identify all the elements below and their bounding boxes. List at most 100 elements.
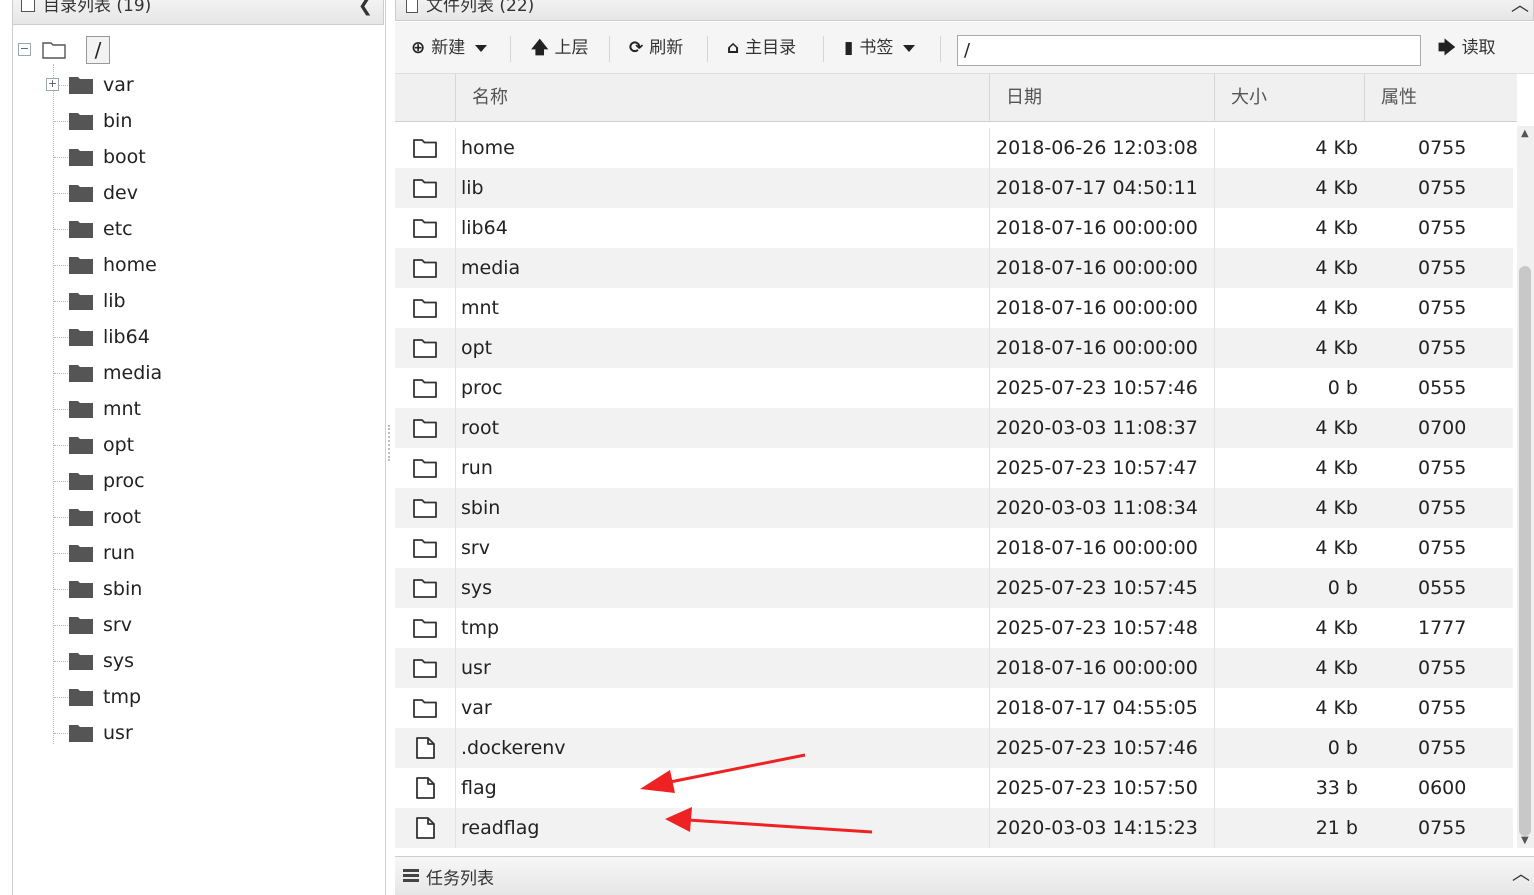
column-header-attr[interactable]: 属性 — [1364, 74, 1514, 122]
file-row-sbin[interactable]: sbin 2020-03-03 11:08:34 4 Kb 0755 — [395, 488, 1513, 528]
file-attr[interactable]: 0755 — [1418, 488, 1466, 528]
file-row-dot-dockerenv[interactable]: .dockerenv 2025-07-23 10:57:46 0 b 0755 — [395, 728, 1513, 768]
file-name[interactable]: flag — [461, 768, 497, 808]
column-header-size[interactable]: 大小 — [1214, 74, 1364, 122]
collapse-panel-icon[interactable]: ❮ — [358, 0, 373, 21]
file-name[interactable]: var — [461, 688, 492, 728]
file-row-readflag[interactable]: readflag 2020-03-03 14:15:23 21 b 0755 — [395, 808, 1513, 848]
scroll-down-icon[interactable]: ▼ — [1521, 835, 1529, 846]
tree-item-mnt[interactable]: mnt — [46, 391, 346, 427]
file-name[interactable]: lib64 — [461, 208, 508, 248]
tree-item-sbin[interactable]: sbin — [46, 571, 346, 607]
tree-item-root[interactable]: root — [46, 499, 346, 535]
file-row-tmp[interactable]: tmp 2025-07-23 10:57:48 4 Kb 1777 — [395, 608, 1513, 648]
tree-item-dev[interactable]: dev — [46, 175, 346, 211]
tree-item-tmp[interactable]: tmp — [46, 679, 346, 715]
file-attr[interactable]: 0755 — [1418, 688, 1466, 728]
file-name[interactable]: usr — [461, 648, 491, 688]
file-name[interactable]: .dockerenv — [461, 728, 566, 768]
file-name[interactable]: proc — [461, 368, 503, 408]
tree-item-opt[interactable]: opt — [46, 427, 346, 463]
file-list-scrollbar[interactable]: ▲ ▼ — [1517, 126, 1534, 848]
file-row-srv[interactable]: srv 2018-07-16 00:00:00 4 Kb 0755 — [395, 528, 1513, 568]
file-name[interactable]: media — [461, 248, 520, 288]
tree-item-home[interactable]: home — [46, 247, 346, 283]
tree-item-etc[interactable]: etc — [46, 211, 346, 247]
file-attr[interactable]: 0600 — [1418, 768, 1466, 808]
path-input[interactable] — [957, 35, 1421, 66]
tree-item-proc[interactable]: proc — [46, 463, 346, 499]
tree-item-bin[interactable]: bin — [46, 103, 346, 139]
tree-root-label[interactable]: / — [86, 36, 110, 64]
collapse-task-panel-icon[interactable]: ︿ — [1512, 857, 1530, 893]
file-attr[interactable]: 0755 — [1418, 808, 1466, 848]
tree-item-media[interactable]: media — [46, 355, 346, 391]
file-row-usr[interactable]: usr 2018-07-16 00:00:00 4 Kb 0755 — [395, 648, 1513, 688]
file-name[interactable]: sys — [461, 568, 492, 608]
file-attr[interactable]: 0700 — [1418, 408, 1466, 448]
tree-item-sys[interactable]: sys — [46, 643, 346, 679]
file-attr[interactable]: 0755 — [1418, 648, 1466, 688]
tree-item-srv[interactable]: srv — [46, 607, 346, 643]
file-attr[interactable]: 0555 — [1418, 368, 1466, 408]
file-size: 4 Kb — [1315, 697, 1358, 719]
file-name[interactable]: readflag — [461, 808, 539, 848]
file-attr[interactable]: 1777 — [1418, 608, 1466, 648]
scroll-up-icon[interactable]: ▲ — [1521, 128, 1529, 139]
file-attr[interactable]: 0755 — [1418, 528, 1466, 568]
tree-collapse-icon[interactable]: − — [18, 43, 31, 56]
file-row-lib[interactable]: lib 2018-07-17 04:50:11 4 Kb 0755 — [395, 168, 1513, 208]
column-header-date[interactable]: 日期 — [989, 74, 1214, 122]
collapse-file-panel-icon[interactable]: ︿ — [1511, 0, 1529, 21]
file-row-var[interactable]: var 2018-07-17 04:55:05 4 Kb 0755 — [395, 688, 1513, 728]
file-attr[interactable]: 0755 — [1418, 328, 1466, 368]
refresh-button[interactable]: ⟳ 刷新 — [629, 33, 683, 63]
tree-item-var[interactable]: + var — [46, 67, 346, 103]
tree-item-lib[interactable]: lib — [46, 283, 346, 319]
tree-expand-icon[interactable]: + — [46, 78, 59, 91]
column-header-name[interactable]: 名称 — [455, 74, 989, 122]
file-name[interactable]: root — [461, 408, 499, 448]
file-attr[interactable]: 0755 — [1418, 208, 1466, 248]
file-row-lib64[interactable]: lib64 2018-07-16 00:00:00 4 Kb 0755 — [395, 208, 1513, 248]
file-name[interactable]: run — [461, 448, 493, 488]
tree-item-usr[interactable]: usr — [46, 715, 346, 751]
file-name[interactable]: tmp — [461, 608, 499, 648]
file-name[interactable]: mnt — [461, 288, 499, 328]
folder-outline-icon — [413, 579, 437, 598]
file-attr[interactable]: 0755 — [1418, 448, 1466, 488]
file-name[interactable]: home — [461, 128, 515, 168]
file-attr[interactable]: 0755 — [1418, 128, 1466, 168]
scrollbar-thumb[interactable] — [1519, 266, 1531, 836]
tree-root[interactable]: − / — [18, 36, 218, 64]
file-attr[interactable]: 0755 — [1418, 168, 1466, 208]
file-attr[interactable]: 0555 — [1418, 568, 1466, 608]
file-attr[interactable]: 0755 — [1418, 288, 1466, 328]
file-row-run[interactable]: run 2025-07-23 10:57:47 4 Kb 0755 — [395, 448, 1513, 488]
panel-splitter-handle[interactable] — [388, 425, 391, 461]
file-row-sys[interactable]: sys 2025-07-23 10:57:45 0 b 0555 — [395, 568, 1513, 608]
file-name[interactable]: opt — [461, 328, 492, 368]
file-name[interactable]: sbin — [461, 488, 500, 528]
folder-outline-icon — [413, 339, 437, 358]
tree-item-lib64[interactable]: lib64 — [46, 319, 346, 355]
bookmark-button[interactable]: ▮ 书签 — [844, 33, 916, 63]
file-row-home[interactable]: home 2018-06-26 12:03:08 4 Kb 0755 — [395, 128, 1513, 168]
file-row-opt[interactable]: opt 2018-07-16 00:00:00 4 Kb 0755 — [395, 328, 1513, 368]
file-row-root[interactable]: root 2020-03-03 11:08:37 4 Kb 0700 — [395, 408, 1513, 448]
file-date: 2018-07-16 00:00:00 — [996, 537, 1198, 559]
file-name[interactable]: srv — [461, 528, 490, 568]
tree-item-boot[interactable]: boot — [46, 139, 346, 175]
read-button[interactable]: 🡆 读取 — [1438, 33, 1496, 63]
up-button[interactable]: 🡅 上层 — [531, 33, 588, 63]
file-row-flag[interactable]: flag 2025-07-23 10:57:50 33 b 0600 — [395, 768, 1513, 808]
file-attr[interactable]: 0755 — [1418, 248, 1466, 288]
file-row-media[interactable]: media 2018-07-16 00:00:00 4 Kb 0755 — [395, 248, 1513, 288]
file-row-proc[interactable]: proc 2025-07-23 10:57:46 0 b 0555 — [395, 368, 1513, 408]
file-name[interactable]: lib — [461, 168, 484, 208]
file-row-mnt[interactable]: mnt 2018-07-16 00:00:00 4 Kb 0755 — [395, 288, 1513, 328]
tree-item-run[interactable]: run — [46, 535, 346, 571]
new-button[interactable]: ⊕ 新建 — [411, 33, 488, 63]
home-button[interactable]: ⌂ 主目录 — [727, 33, 796, 63]
file-attr[interactable]: 0755 — [1418, 728, 1466, 768]
